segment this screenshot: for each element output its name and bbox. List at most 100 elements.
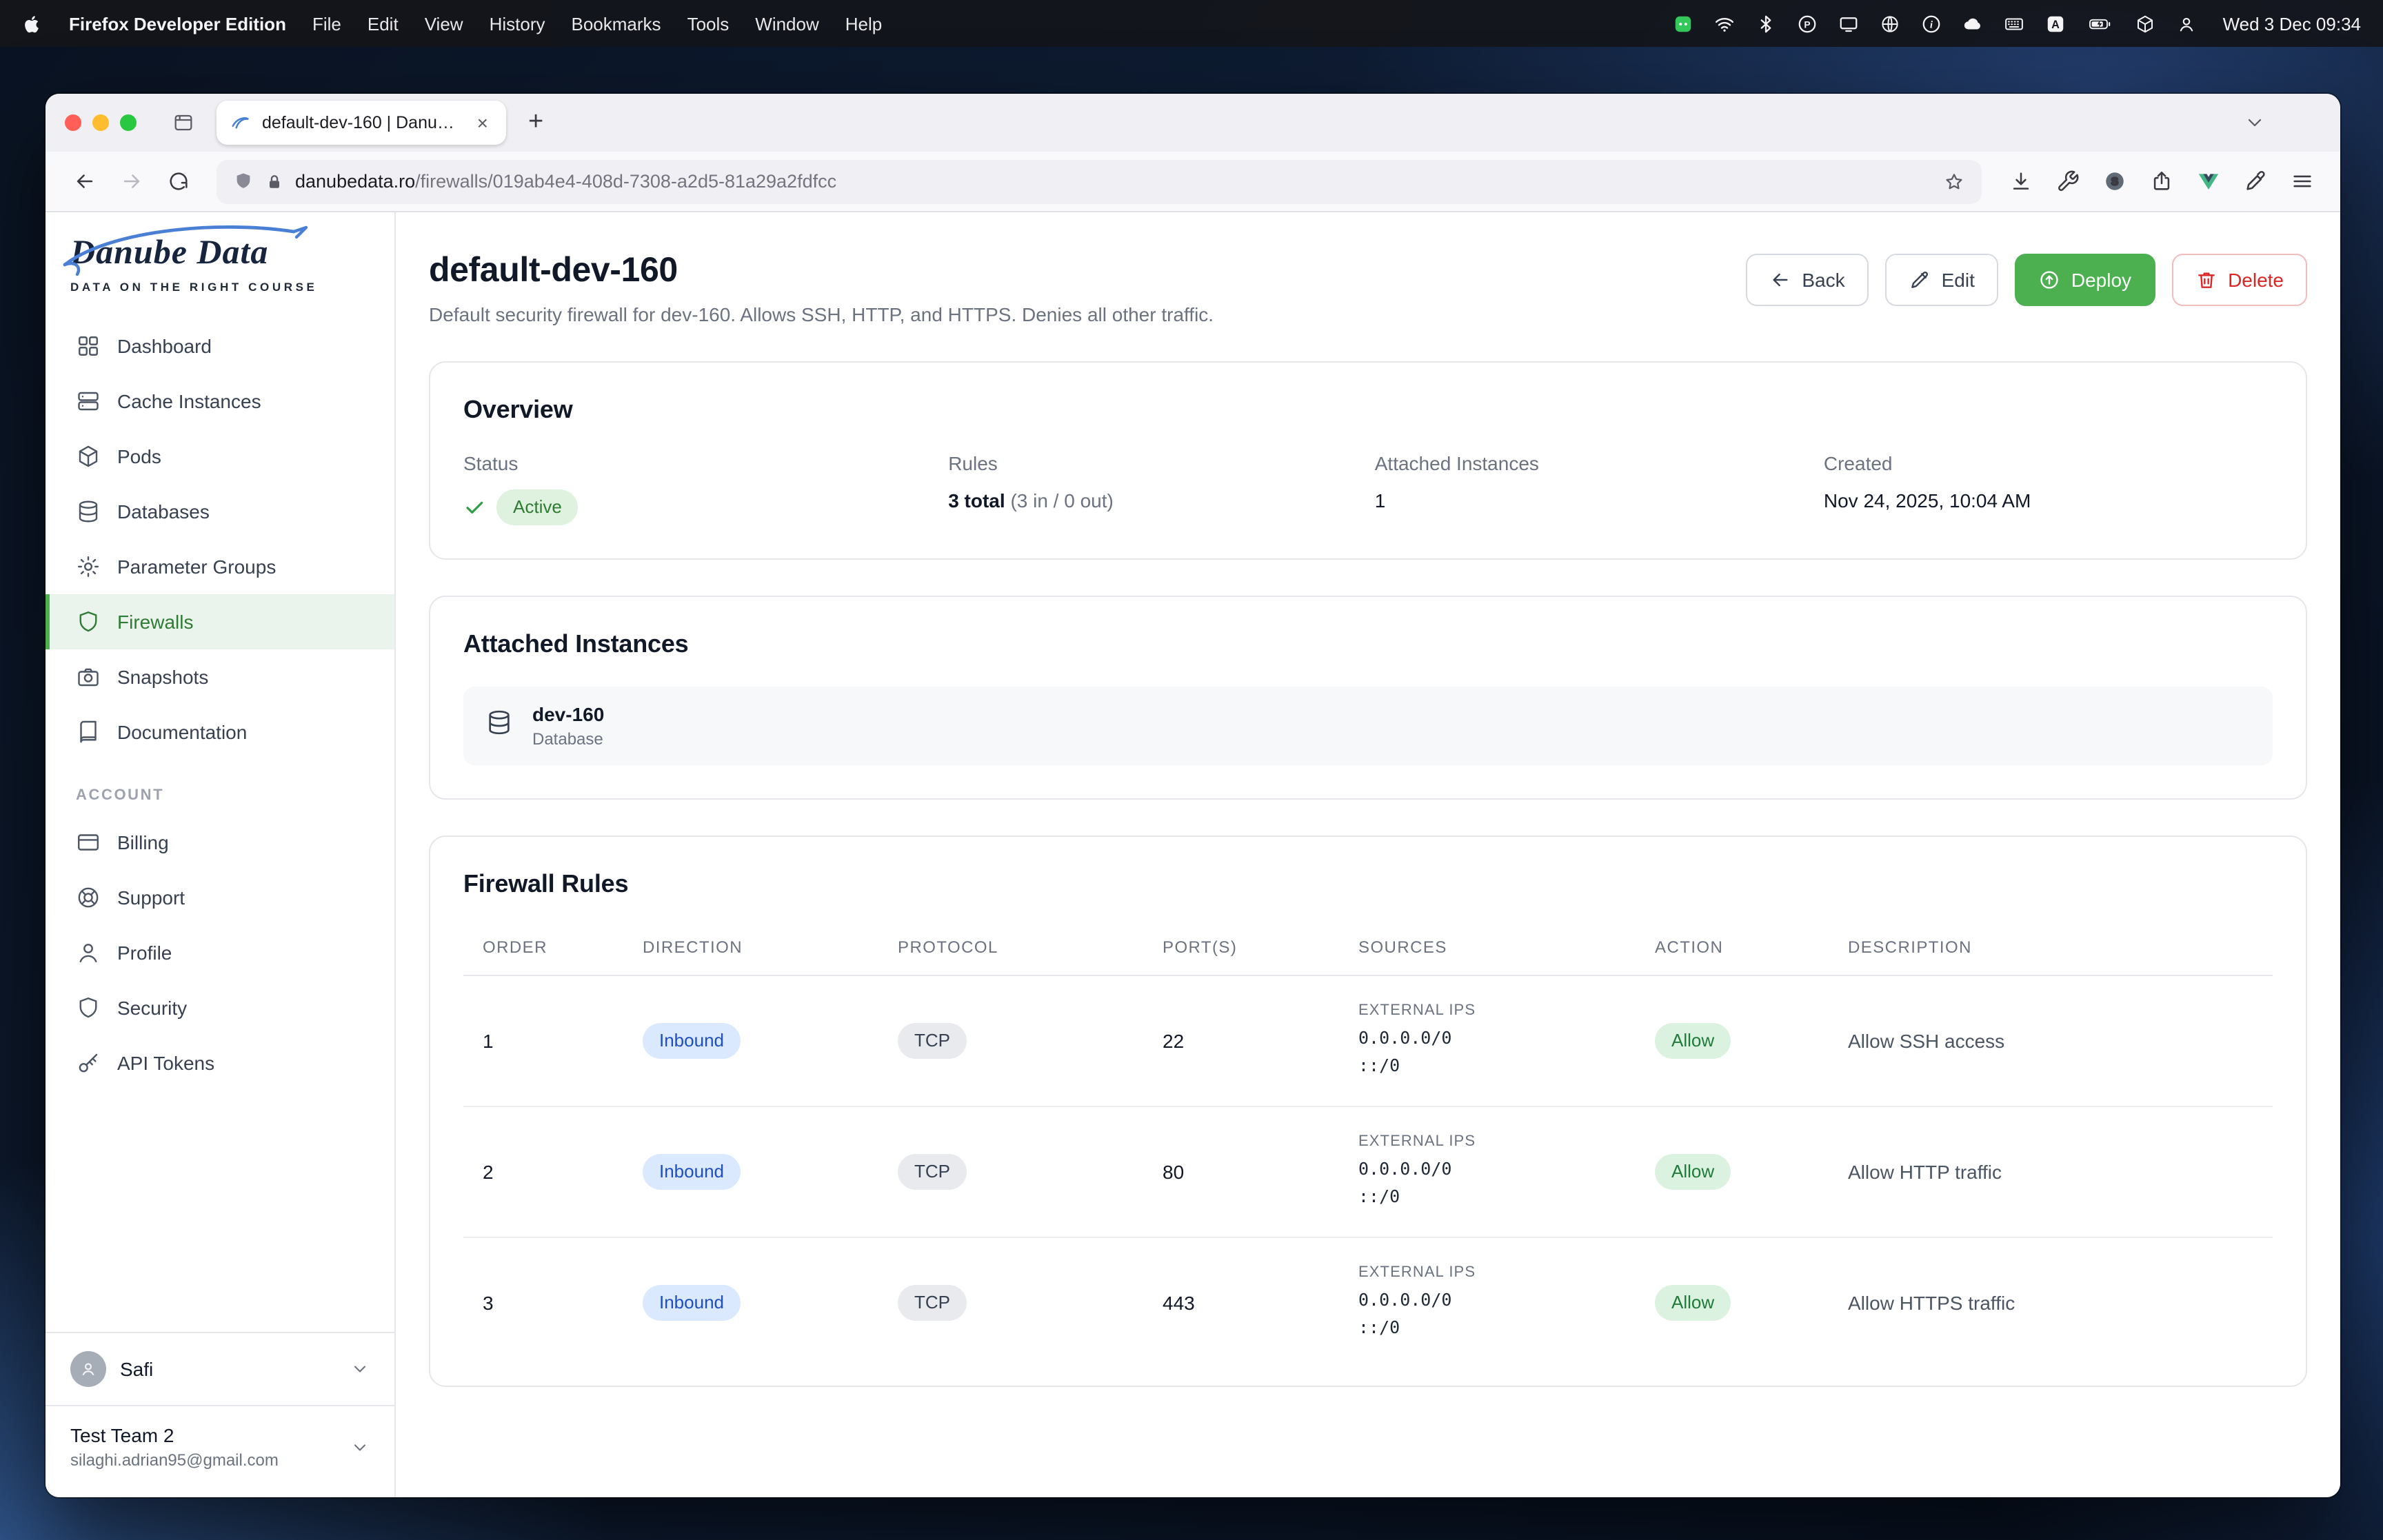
direction-badge: Inbound: [643, 1154, 741, 1191]
url-bar[interactable]: danubedata.ro/firewalls/019ab4e4-408d-73…: [217, 159, 1982, 203]
bluetooth-icon[interactable]: [1756, 13, 1776, 34]
deploy-button[interactable]: Deploy: [2014, 254, 2155, 306]
bookmark-star-icon[interactable]: [1943, 170, 1965, 192]
source-ip: 0.0.0.0/0: [1358, 1289, 1452, 1310]
column-header-description: DESCRIPTION: [1848, 926, 2273, 977]
overview-rules: Rules 3 total (3 in / 0 out): [948, 452, 1375, 525]
chevron-down-icon: [350, 1437, 370, 1457]
browser-window: default-dev-160 | DanubeData × + danub: [46, 94, 2340, 1497]
download-icon[interactable]: [1998, 159, 2042, 203]
menubar-clock[interactable]: Wed 3 Dec 09:34: [2223, 13, 2361, 34]
tracking-protection-shield-icon[interactable]: [233, 171, 254, 192]
account-section-label: ACCOUNT: [76, 787, 165, 804]
overview-attached: Attached Instances 1: [1375, 452, 1824, 525]
globe-icon[interactable]: [1880, 13, 1900, 34]
sidebar-item-documentation[interactable]: Documentation: [46, 705, 394, 760]
sidebar-item-dashboard[interactable]: Dashboard: [46, 318, 394, 374]
sidebar-item-billing[interactable]: Billing: [46, 815, 394, 870]
reload-button[interactable]: [156, 159, 200, 203]
menubar-item-help[interactable]: Help: [845, 13, 883, 34]
sidebar-item-label: Security: [117, 997, 188, 1019]
parallels-icon[interactable]: P: [1797, 13, 1818, 34]
page-content: Danube Data DATA ON THE RIGHT COURSE Das…: [46, 212, 2340, 1497]
menubar-item-view[interactable]: View: [425, 13, 463, 34]
sidebar-item-label: Support: [117, 886, 185, 909]
page-subtitle: Default security firewall for dev-160. A…: [429, 303, 1214, 325]
display-icon[interactable]: [1838, 13, 1859, 34]
s-badge-icon[interactable]: S: [2092, 159, 2136, 203]
cloud-icon[interactable]: [1962, 13, 1983, 34]
sidebar-item-firewalls[interactable]: Firewalls: [46, 594, 394, 649]
new-tab-button[interactable]: +: [520, 108, 552, 138]
edit-button[interactable]: Edit: [1884, 254, 1998, 306]
close-window-button[interactable]: [65, 114, 81, 131]
tab-close-icon[interactable]: ×: [473, 110, 492, 135]
menubar-item-window[interactable]: Window: [755, 13, 819, 34]
firefox-view-icon[interactable]: [164, 103, 203, 142]
keyboard-icon[interactable]: [2004, 13, 2024, 34]
column-header-ports: PORT(S): [1163, 926, 1358, 977]
wrench-icon[interactable]: [2045, 159, 2089, 203]
svg-text:S: S: [2111, 176, 2118, 188]
arrow-left-icon: [1772, 273, 1787, 287]
info-icon[interactable]: i: [1921, 13, 1942, 34]
url-path: /firewalls/019ab4e4-408d-7308-a2d5-81a29…: [415, 171, 837, 192]
logo[interactable]: Danube Data DATA ON THE RIGHT COURSE: [46, 212, 394, 305]
attached-instance-row[interactable]: dev-160 Database: [463, 687, 2273, 766]
menubar-item-history[interactable]: History: [490, 13, 545, 34]
menubar-item-edit[interactable]: Edit: [368, 13, 399, 34]
zoom-window-button[interactable]: [120, 114, 137, 131]
cube-icon[interactable]: [2135, 13, 2155, 34]
menu-icon[interactable]: [2280, 159, 2324, 203]
firewall-rules-table: ORDER DIRECTION PROTOCOL PORT(S) SOURCES…: [463, 926, 2273, 1352]
user-menu[interactable]: Safi: [46, 1333, 394, 1405]
delete-button[interactable]: Delete: [2171, 254, 2307, 306]
sidebar-item-support[interactable]: Support: [46, 870, 394, 925]
browser-tab[interactable]: default-dev-160 | DanubeData ×: [217, 101, 506, 145]
edit-label: Edit: [1941, 269, 1975, 291]
instance-name: dev-160: [532, 703, 605, 726]
sidebar-item-security[interactable]: Security: [46, 980, 394, 1035]
overview-status: Status Active: [463, 452, 948, 526]
green-app-icon[interactable]: [1673, 13, 1693, 34]
sidebar-item-snapshots[interactable]: Snapshots: [46, 649, 394, 705]
sources-label: EXTERNAL IPS: [1358, 1264, 1476, 1281]
menubar-item-bookmarks[interactable]: Bookmarks: [572, 13, 661, 34]
forward-button[interactable]: [109, 159, 153, 203]
share-icon[interactable]: [2139, 159, 2183, 203]
battery-icon[interactable]: [2087, 13, 2114, 34]
text-input-icon[interactable]: A: [2045, 13, 2066, 34]
sidebar-item-profile[interactable]: Profile: [46, 925, 394, 980]
lock-icon[interactable]: [265, 172, 284, 191]
back-button[interactable]: [62, 159, 106, 203]
lifebuoy-icon: [78, 887, 99, 908]
user-switch-icon[interactable]: [2176, 13, 2197, 34]
sidebar-item-api-tokens[interactable]: API Tokens: [46, 1035, 394, 1091]
vue-devtools-icon[interactable]: [2186, 159, 2230, 203]
sidebar-item-parameter-groups[interactable]: Parameter Groups: [46, 539, 394, 594]
menubar-item-tools[interactable]: Tools: [687, 13, 730, 34]
menubar-app-name[interactable]: Firefox Developer Edition: [69, 13, 286, 34]
action-badge: Allow: [1655, 1023, 1731, 1060]
sidebar-item-databases[interactable]: Databases: [46, 484, 394, 539]
direction-badge: Inbound: [643, 1023, 741, 1060]
sidebar-item-cache-instances[interactable]: Cache Instances: [46, 374, 394, 429]
list-tabs-chevron-icon[interactable]: [2235, 103, 2274, 142]
database-icon: [485, 709, 513, 743]
minimize-window-button[interactable]: [92, 114, 109, 131]
menubar-item-file[interactable]: File: [312, 13, 341, 34]
page-header: default-dev-160 Default security firewal…: [429, 251, 2307, 325]
table-row: 1 Inbound TCP 22 EXTERNAL IPS 0.0.0.0/0 …: [463, 975, 2273, 1108]
table-header-row: ORDER DIRECTION PROTOCOL PORT(S) SOURCES…: [463, 926, 2273, 977]
rule-order: 1: [463, 975, 643, 1108]
desktop: Firefox Developer Edition File Edit View…: [0, 0, 2383, 1540]
window-controls: [65, 114, 137, 131]
sidebar-item-pods[interactable]: Pods: [46, 429, 394, 484]
eyedropper-icon[interactable]: [2233, 159, 2277, 203]
rules-label: Rules: [948, 452, 998, 474]
team-switcher[interactable]: Test Team 2 silaghi.adrian95@gmail.com: [46, 1406, 394, 1497]
wifi-icon[interactable]: [1714, 13, 1735, 34]
back-button-page[interactable]: Back: [1745, 254, 1869, 306]
rule-ports: 80: [1163, 1106, 1358, 1239]
apple-menu-icon[interactable]: [22, 13, 43, 34]
